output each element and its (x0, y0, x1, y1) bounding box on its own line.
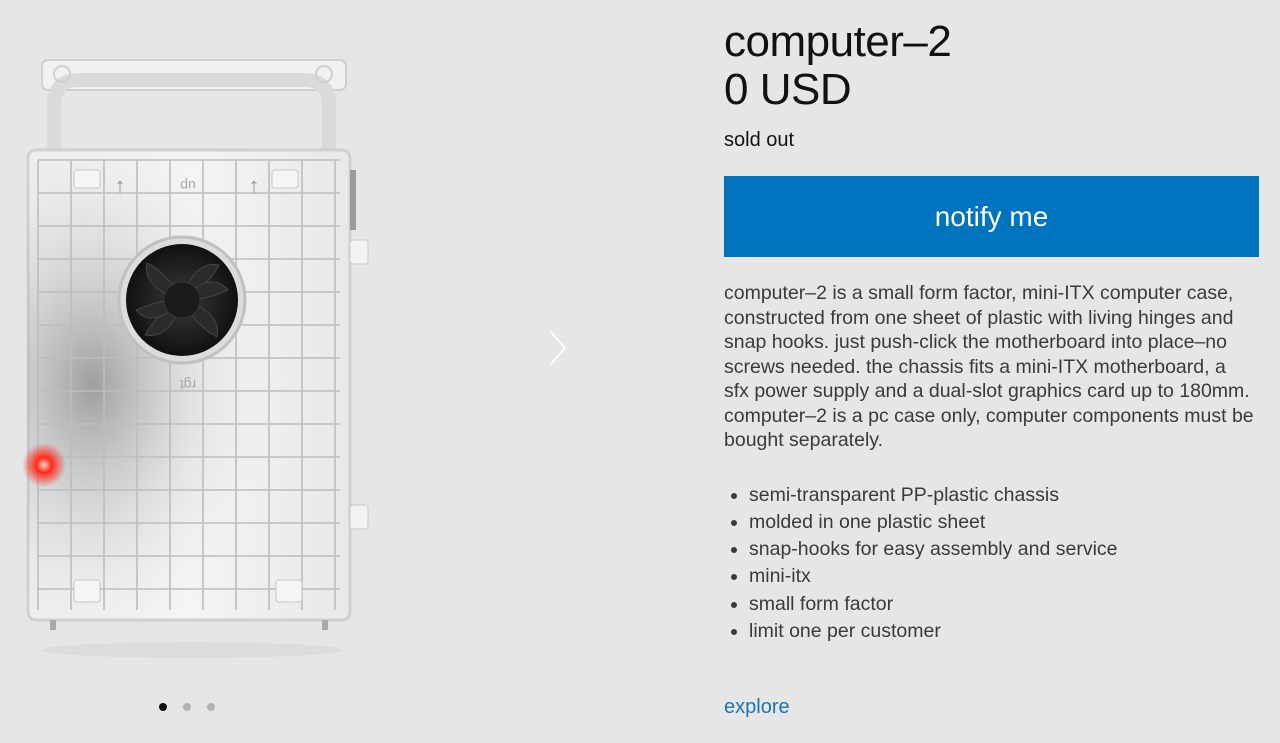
explore-link[interactable]: explore (724, 696, 790, 719)
product-title: computer–2 (724, 17, 952, 66)
slide-dot-3[interactable] (207, 703, 215, 711)
feature-item: small form factor (749, 591, 1260, 618)
feature-list: semi-transparent PP-plastic chassismolde… (724, 482, 1260, 646)
feature-item: semi-transparent PP-plastic chassis (749, 482, 1260, 509)
case-fan (117, 235, 247, 365)
product-image: ↑ ↑ up rgt (22, 59, 369, 658)
feature-item: mini-itx (749, 563, 1260, 590)
notify-me-button[interactable]: notify me (724, 176, 1259, 257)
product-description: computer–2 is a small form factor, mini-… (724, 282, 1254, 451)
slide-indicators (159, 703, 215, 711)
product-price: 0 USD (724, 65, 852, 114)
slide-dot-1[interactable] (159, 703, 167, 711)
indicator-led (22, 443, 66, 487)
svg-text:↑: ↑ (115, 173, 126, 198)
chevron-right-icon (550, 331, 567, 365)
stock-status: sold out (724, 129, 795, 151)
case-label-rgt: rgt (180, 377, 196, 393)
feature-item: molded in one plastic sheet (749, 509, 1260, 536)
feature-item: limit one per customer (749, 618, 1260, 645)
product-gallery: ↑ ↑ up rgt (0, 0, 600, 743)
feature-item: snap-hooks for easy assembly and service (749, 536, 1260, 563)
case-handle (41, 59, 347, 150)
slide-dot-2[interactable] (183, 703, 191, 711)
next-slide-arrow[interactable] (540, 326, 576, 370)
case-label-up: up (180, 178, 196, 194)
product-details: computer–2 0 USD sold out notify me comp… (724, 18, 1260, 645)
svg-text:↑: ↑ (249, 173, 260, 198)
